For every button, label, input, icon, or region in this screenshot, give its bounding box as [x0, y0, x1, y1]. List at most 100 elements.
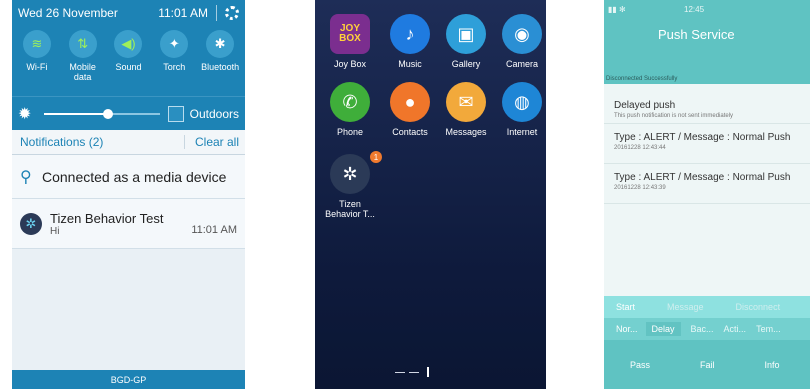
fail-button[interactable]: Fail	[700, 360, 715, 370]
app-joy-box[interactable]: JOY BOX Joy Box	[321, 14, 379, 69]
quick-setting-torch[interactable]: ✦ Torch	[152, 30, 196, 96]
app-label: Phone	[336, 127, 364, 137]
message-button[interactable]: Message	[667, 302, 704, 312]
tizen-behavior-test-icon: ✲	[330, 154, 370, 194]
tizen-behavior-test-icon: ✲	[20, 212, 42, 235]
notifications-header: Notifications (2) Clear all	[12, 130, 245, 155]
notification-badge: 1	[370, 151, 382, 163]
camera-icon: ◉	[502, 14, 542, 54]
notification-app[interactable]: ✲ Tizen Behavior Test Hi 11:01 AM	[12, 199, 245, 249]
phone-icon: ✆	[330, 82, 370, 122]
app-music[interactable]: ♪ Music	[381, 14, 439, 69]
template-tab[interactable]: Tem...	[756, 324, 781, 334]
status-time: 12:45	[684, 5, 705, 14]
gallery-icon: ▣	[446, 14, 486, 54]
app-label: Camera	[505, 59, 538, 69]
sound-icon: ◀)	[114, 30, 143, 58]
result-row: Pass Fail Info	[604, 340, 810, 389]
push-header: ▮▮ ✻ 12:45 Push Service Disconnected Suc…	[604, 0, 810, 84]
info-button[interactable]: Info	[765, 360, 780, 370]
background-tab[interactable]: Bac...	[691, 324, 714, 334]
mode-row: Nor... Delay Bac... Acti... Tem...	[604, 318, 810, 340]
brightness-knob[interactable]	[102, 108, 113, 119]
bluetooth-icon: ✱	[206, 30, 235, 58]
brightness-icon: ✹	[18, 105, 32, 123]
list-item[interactable]: Type : ALERT / Message : Normal Push 201…	[604, 164, 810, 204]
page-title: Push Service	[658, 27, 735, 42]
quick-setting-wifi[interactable]: ≋ Wi-Fi	[15, 30, 59, 96]
outdoors-label: Outdoors	[189, 106, 239, 121]
disconnect-button[interactable]: Disconnect	[736, 302, 781, 312]
home-screen: JOY BOX Joy Box ♪ Music ▣ Gallery ◉ Camera ✆ Phon…	[315, 0, 546, 389]
quick-setting-label: Sound	[115, 62, 142, 72]
brightness-fill	[44, 112, 108, 115]
normal-tab[interactable]: Nor...	[616, 324, 638, 334]
action-row: Start Message Disconnect	[604, 296, 810, 318]
joy-box-icon: JOY BOX	[330, 14, 370, 54]
page-dash	[395, 371, 405, 373]
gear-icon[interactable]	[225, 6, 239, 20]
status-bar: Wed 26 November 11:01 AM	[12, 0, 245, 26]
app-label: Tizen Behavior T...	[325, 199, 375, 219]
app-camera[interactable]: ◉ Camera	[493, 14, 546, 69]
status-bar: ▮▮ ✻ 12:45	[604, 0, 810, 18]
quick-setting-mobile-data[interactable]: ⇅ Mobile data	[61, 30, 105, 96]
app-internet[interactable]: ◍ Internet	[493, 82, 546, 137]
app-messages[interactable]: ✉ Messages	[437, 82, 495, 137]
delay-tab[interactable]: Delay	[645, 322, 681, 336]
notification-usb[interactable]: ⚲ Connected as a media device	[12, 155, 245, 199]
app-gallery[interactable]: ▣ Gallery	[437, 14, 495, 69]
quick-setting-bluetooth[interactable]: ✱ Bluetooth	[198, 30, 242, 96]
app-tizen-behavior-test[interactable]: ✲ 1 Tizen Behavior T...	[321, 151, 382, 219]
page-indicator	[395, 367, 429, 377]
contacts-icon: ●	[390, 82, 430, 122]
quick-setting-sound[interactable]: ◀) Sound	[106, 30, 150, 96]
quick-settings: ≋ Wi-Fi ⇅ Mobile data ◀) Sound ✦ Torch ✱…	[12, 26, 245, 96]
item-subtitle: 20161228 12:43:44	[614, 145, 666, 151]
wifi-icon: ≋	[22, 30, 51, 58]
app-label: Contacts	[392, 127, 428, 137]
app-phone[interactable]: ✆ Phone	[321, 82, 379, 137]
item-subtitle: 20161228 12:43:39	[614, 185, 666, 191]
list-item[interactable]: Type : ALERT / Message : Normal Push 201…	[604, 124, 810, 164]
music-icon: ♪	[390, 14, 430, 54]
app-label: Joy Box	[333, 59, 366, 69]
usb-icon: ⚲	[20, 168, 32, 186]
action-tab[interactable]: Acti...	[724, 324, 747, 334]
outdoors-checkbox[interactable]	[167, 105, 184, 122]
messages-icon: ✉	[446, 82, 486, 122]
list-item[interactable]: Delayed push This push notification is n…	[604, 84, 810, 124]
quick-setting-label: Bluetooth	[201, 62, 240, 72]
item-title: Type : ALERT / Message : Normal Push	[614, 132, 791, 143]
push-service-screen: ▮▮ ✻ 12:45 Push Service Disconnected Suc…	[604, 0, 810, 389]
status-message: Disconnected Successfully	[606, 76, 678, 82]
app-label: Internet	[506, 127, 538, 137]
torch-icon: ✦	[160, 30, 189, 58]
start-button[interactable]: Start	[616, 302, 635, 312]
status-date: Wed 26 November	[18, 6, 118, 20]
quick-setting-label: Torch	[163, 62, 186, 72]
brightness-row: ✹ Outdoors	[12, 96, 245, 130]
item-title: Type : ALERT / Message : Normal Push	[614, 172, 791, 183]
item-title: Delayed push	[614, 100, 676, 111]
mobile-data-icon: ⇅	[68, 30, 97, 58]
status-divider	[216, 5, 217, 21]
status-time: 11:01 AM	[158, 6, 208, 20]
brightness-slider[interactable]	[44, 108, 160, 119]
button-area: Start Message Disconnect Nor... Delay Ba…	[604, 244, 810, 389]
page-current	[427, 367, 429, 377]
app-label: Music	[398, 59, 422, 69]
notification-body: Hi	[50, 225, 60, 237]
quick-setting-label: Mobile data	[69, 62, 96, 82]
item-subtitle: This push notification is not sent immed…	[614, 113, 734, 119]
app-label: Gallery	[451, 59, 481, 69]
signal-icon: ▮▮ ✻	[608, 4, 626, 14]
page-dash	[409, 371, 419, 373]
notification-text: Connected as a media device	[42, 168, 227, 185]
app-contacts[interactable]: ● Contacts	[381, 82, 439, 137]
pass-button[interactable]: Pass	[630, 360, 650, 370]
notification-panel-screen: Wed 26 November 11:01 AM ≋ Wi-Fi ⇅ Mobil…	[12, 0, 245, 389]
notification-title: Tizen Behavior Test	[50, 210, 164, 226]
clear-all-button[interactable]: Clear all	[183, 135, 239, 149]
carrier-label: BGD-GP	[12, 370, 245, 389]
